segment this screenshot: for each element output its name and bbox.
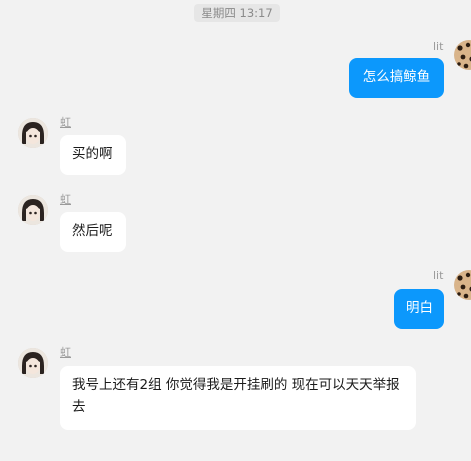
self-avatar-icon[interactable]: [454, 40, 471, 70]
contact-avatar-icon[interactable]: [18, 195, 48, 225]
message-bubble-incoming[interactable]: 我号上还有2组 你觉得我是开挂刷的 现在可以天天举报去: [60, 366, 416, 430]
sender-name-contact: 虹: [60, 346, 71, 359]
contact-avatar-icon[interactable]: [18, 118, 48, 148]
contact-avatar-icon[interactable]: [18, 348, 48, 378]
message-bubble-outgoing[interactable]: 怎么搞鲸鱼: [349, 58, 444, 98]
self-avatar-icon[interactable]: [454, 270, 471, 300]
message-bubble-incoming[interactable]: 买的啊: [60, 135, 126, 175]
message-bubble-outgoing[interactable]: 明白: [394, 289, 444, 329]
sender-name-contact: 虹: [60, 116, 71, 129]
chat-timestamp: 星期四 13:17: [194, 4, 280, 22]
sender-name-self: lit: [433, 269, 444, 282]
sender-name-contact: 虹: [60, 193, 71, 206]
sender-name-self: lit: [433, 40, 444, 53]
message-bubble-incoming[interactable]: 然后呢: [60, 212, 126, 252]
